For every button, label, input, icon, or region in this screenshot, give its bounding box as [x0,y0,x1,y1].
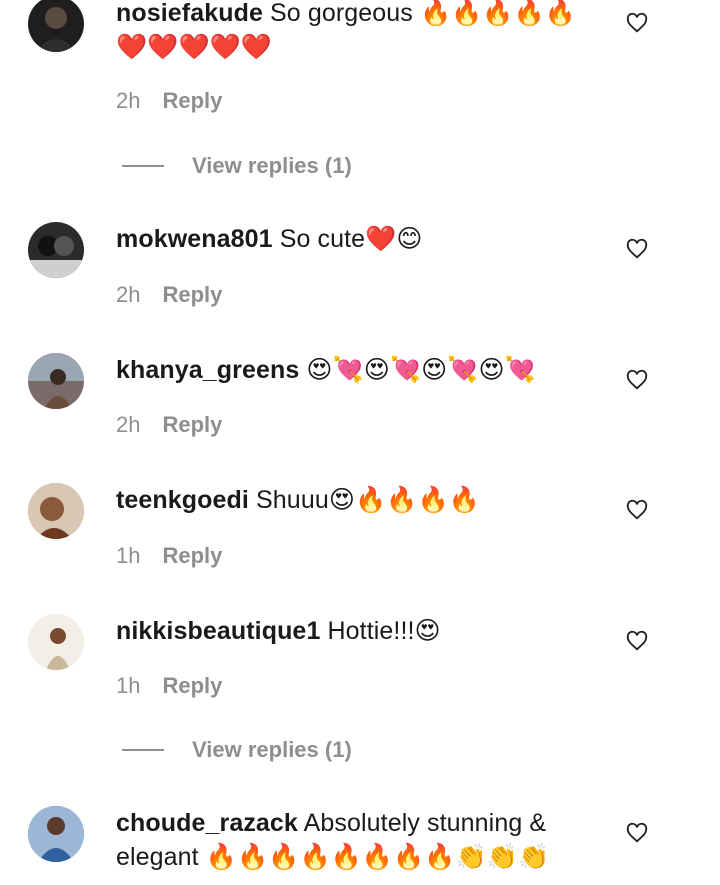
divider-line [122,749,164,751]
divider-line [122,165,164,167]
comment-username[interactable]: nikkisbeautique1 [116,617,320,645]
heart-outline-icon[interactable] [626,369,648,391]
comment-username[interactable]: khanya_greens [116,356,299,384]
comment-username[interactable]: mokwena801 [116,225,273,253]
comment-username[interactable]: teenkgoedi [116,486,249,514]
view-replies-button[interactable]: View replies (1) [122,737,352,763]
comment-text: So cute❤️😊 [279,225,423,253]
view-replies-label: View replies (1) [192,153,352,178]
comment-text: Shuuu😍🔥🔥🔥🔥 [256,486,480,514]
avatar[interactable] [28,806,84,862]
reply-button[interactable]: Reply [162,88,222,114]
heart-outline-icon[interactable] [626,12,648,34]
comment-time: 2h [116,282,141,307]
reply-button[interactable]: Reply [162,282,222,308]
avatar[interactable] [28,483,84,539]
avatar[interactable] [28,614,84,670]
comment-text: Hottie!!!😍 [327,617,441,645]
reply-button[interactable]: Reply [162,543,222,569]
avatar[interactable] [28,0,84,52]
comment-time: 1h [116,543,141,568]
avatar[interactable] [28,353,84,409]
comment-text: 😍💘😍💘😍💘😍💘 [306,356,536,384]
heart-outline-icon[interactable] [626,238,648,260]
heart-outline-icon[interactable] [626,822,648,844]
comment-username[interactable]: choude_razack [116,809,298,837]
reply-button[interactable]: Reply [162,673,222,699]
avatar[interactable] [28,222,84,278]
heart-outline-icon[interactable] [626,630,648,652]
view-replies-button[interactable]: View replies (1) [122,153,352,179]
comment-time: 2h [116,412,141,437]
heart-outline-icon[interactable] [626,499,648,521]
view-replies-label: View replies (1) [192,737,352,762]
reply-button[interactable]: Reply [162,412,222,438]
comment-username[interactable]: nosiefakude [116,0,263,27]
comment-time: 2h [116,88,141,113]
comment-time: 1h [116,673,141,698]
